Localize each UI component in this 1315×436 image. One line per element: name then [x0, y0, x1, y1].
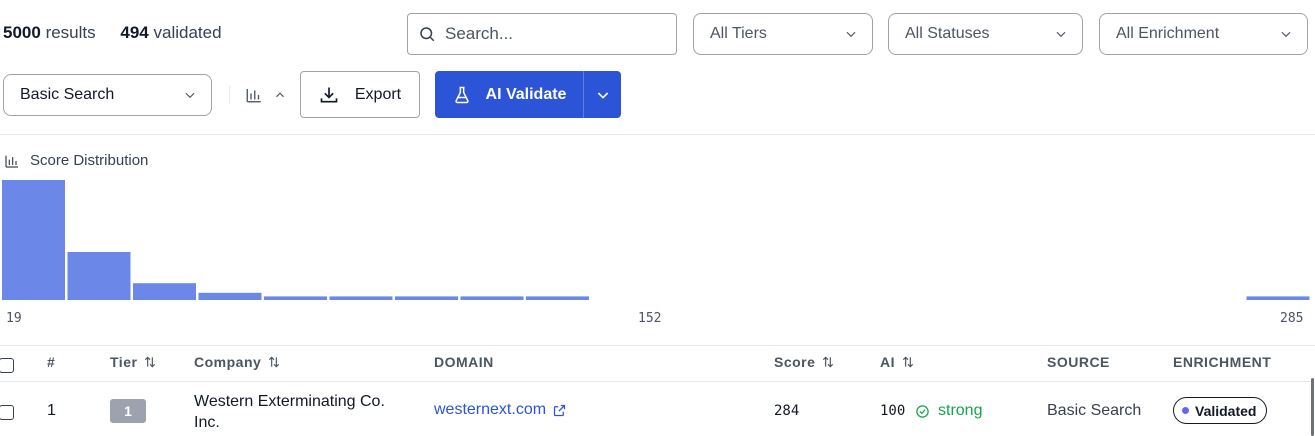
ai-verdict: strong: [915, 402, 982, 420]
histogram-bar[interactable]: [2, 180, 65, 300]
export-label: Export: [354, 85, 402, 103]
sort-icon: [269, 356, 280, 368]
bar-chart-icon: [5, 155, 18, 168]
chevron-down-icon: [846, 31, 856, 38]
search-mode-select[interactable]: Basic Search: [3, 74, 212, 116]
histogram-bar[interactable]: [395, 296, 458, 300]
status-filter-select[interactable]: All Statuses: [888, 13, 1083, 55]
company-name[interactable]: Western Exterminating Co. Inc.: [194, 391, 409, 433]
score-value: 284: [774, 403, 800, 419]
chart-toggle-button[interactable]: [245, 86, 287, 104]
chevron-down-icon: [597, 91, 608, 99]
ai-validate-button[interactable]: AI Validate: [435, 71, 584, 118]
chevron-down-icon: [1281, 31, 1291, 38]
histogram-bar[interactable]: [264, 296, 327, 300]
select-all-checkbox[interactable]: [0, 358, 14, 373]
column-ai[interactable]: AI: [880, 354, 915, 370]
sort-icon: [823, 356, 834, 368]
enrichment-badge: Validated: [1173, 397, 1268, 424]
histogram-bar[interactable]: [1246, 296, 1310, 300]
axis-min-label: 19: [6, 311, 22, 326]
domain-link[interactable]: westernext.com: [434, 401, 567, 419]
results-count: 5000: [3, 23, 41, 42]
tier-filter-select[interactable]: All Tiers: [693, 13, 873, 55]
axis-mid-label: 152: [638, 311, 662, 326]
histogram-bar[interactable]: [133, 283, 196, 300]
check-circle-icon: [916, 404, 929, 418]
download-icon: [320, 87, 338, 102]
histogram-bar[interactable]: [526, 296, 589, 300]
ai-validate-label: AI Validate: [485, 85, 567, 103]
enrichment-filter-value: All Enrichment: [1116, 25, 1220, 42]
validated-count: 494: [120, 23, 149, 42]
tier-filter-value: All Tiers: [710, 25, 767, 42]
histogram-bar[interactable]: [67, 252, 131, 300]
column-num: #: [47, 354, 56, 370]
histogram-bar[interactable]: [460, 296, 524, 300]
table-header: # Tier Company DOMAIN Score AI SOURCE EN…: [0, 345, 1315, 382]
validated-label: validated: [153, 23, 222, 42]
axis-max-label: 285: [1280, 311, 1304, 326]
source-value: Basic Search: [1047, 402, 1142, 419]
score-distribution-title: Score Distribution: [30, 152, 149, 169]
domain-text: westernext.com: [434, 401, 547, 418]
search-box[interactable]: [407, 13, 677, 55]
column-enrichment: ENRICHMENT: [1173, 354, 1272, 370]
ai-validate-dropdown-button[interactable]: [584, 71, 621, 118]
column-source: SOURCE: [1047, 354, 1110, 370]
chevron-up-icon: [276, 92, 284, 98]
chevron-down-icon: [1056, 31, 1066, 38]
ai-score-value: 100: [880, 403, 906, 419]
histogram-bar[interactable]: [198, 292, 262, 300]
column-tier[interactable]: Tier: [110, 354, 157, 370]
sort-icon: [902, 356, 914, 368]
scrollbar[interactable]: [1311, 378, 1314, 436]
sort-icon: [145, 356, 156, 368]
results-summary: 5000 results 494 validated: [3, 23, 222, 43]
search-mode-value: Basic Search: [20, 86, 115, 103]
row-checkbox[interactable]: [0, 405, 14, 420]
results-label: results: [45, 23, 96, 42]
status-filter-value: All Statuses: [905, 25, 990, 42]
status-dot: [1182, 407, 1189, 414]
row-number: 1: [47, 402, 56, 419]
column-domain: DOMAIN: [434, 354, 494, 370]
export-button[interactable]: Export: [300, 71, 420, 118]
chevron-down-icon: [185, 92, 195, 99]
flask-icon: [454, 86, 469, 103]
tier-badge: 1: [110, 399, 146, 423]
search-icon: [420, 27, 435, 42]
ai-validate-split-button[interactable]: AI Validate: [435, 71, 621, 118]
enrichment-label: Validated: [1195, 402, 1257, 419]
column-score[interactable]: Score: [774, 354, 835, 370]
section-divider: [0, 134, 1315, 135]
histogram-bar[interactable]: [329, 296, 393, 300]
score-distribution-chart: [2, 180, 1310, 300]
column-company[interactable]: Company: [194, 354, 281, 370]
external-link-icon: [553, 404, 566, 416]
ai-verdict-label: strong: [938, 402, 983, 419]
score-distribution-header: Score Distribution: [4, 152, 148, 169]
toolbar-divider: [229, 86, 230, 104]
search-input[interactable]: [445, 24, 665, 44]
enrichment-filter-select[interactable]: All Enrichment: [1099, 13, 1308, 55]
bar-chart-icon: [246, 89, 261, 103]
